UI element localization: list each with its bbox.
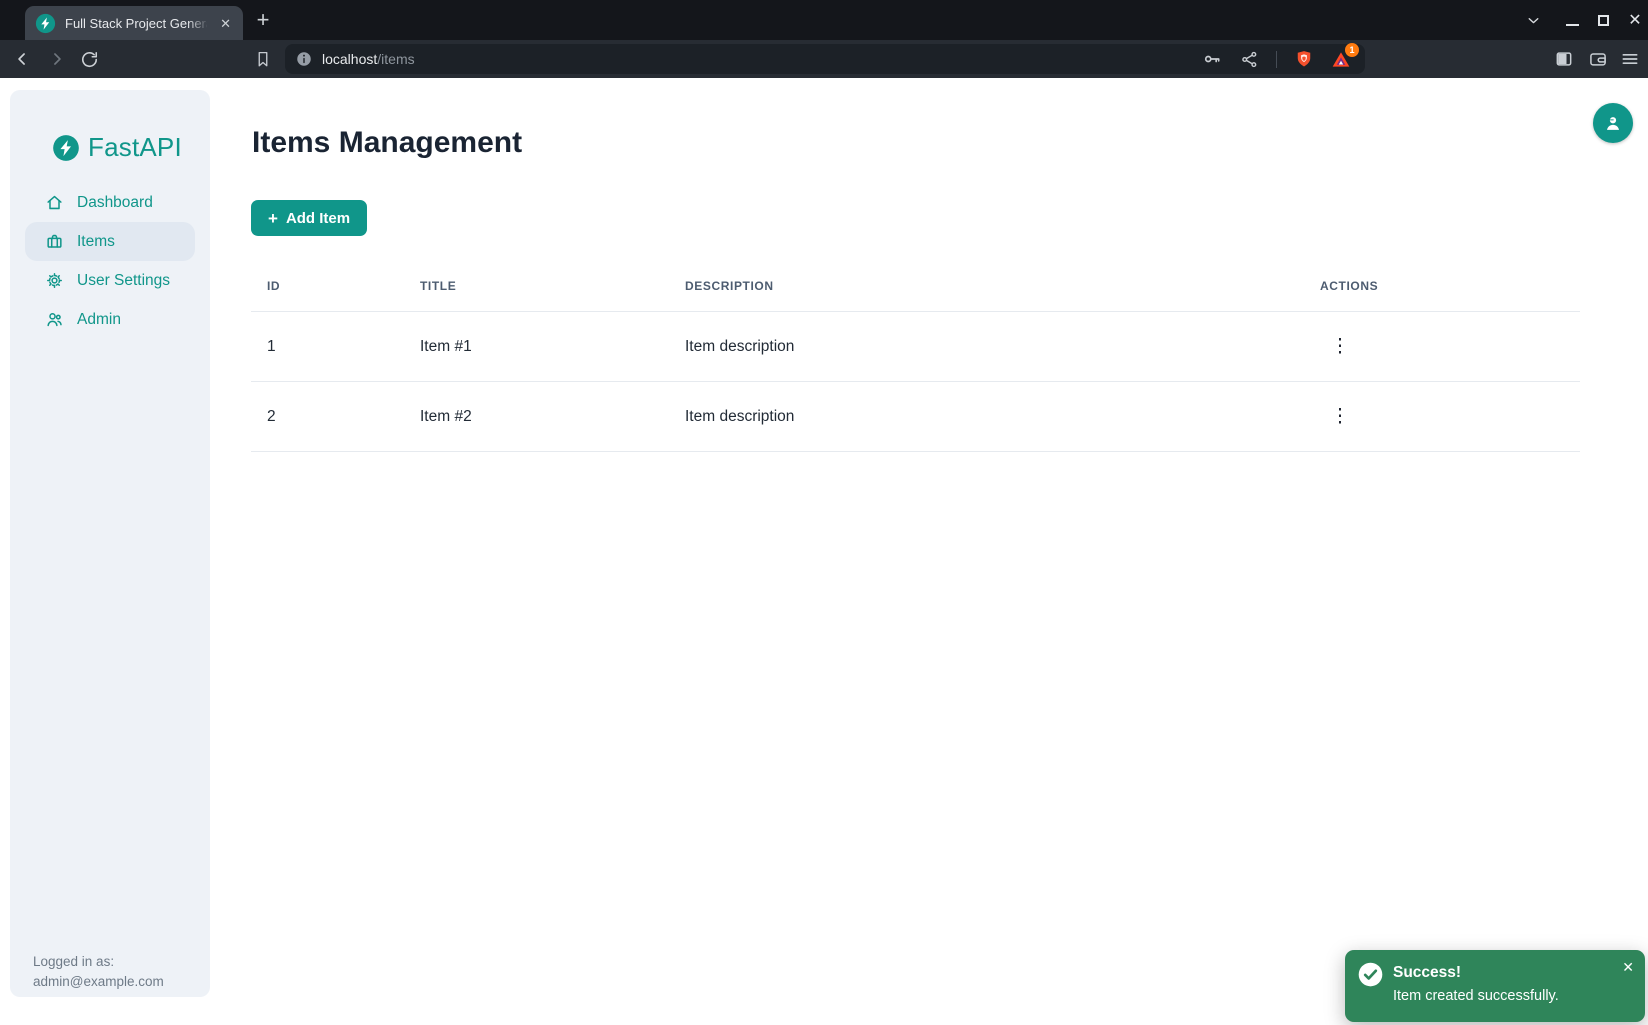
user-avatar-button[interactable]: [1593, 103, 1633, 143]
tab-title-fade: [187, 11, 213, 35]
toast-message: Item created successfully.: [1393, 988, 1559, 1004]
reload-icon: [80, 50, 99, 69]
forward-button[interactable]: [45, 47, 69, 71]
column-header-title: TITLE: [420, 279, 685, 293]
forward-arrow-icon: [47, 49, 67, 69]
browser-tab[interactable]: Full Stack Project Genera ✕: [25, 6, 243, 40]
sidebar-item-items[interactable]: Items: [25, 222, 195, 261]
column-header-id: ID: [267, 279, 420, 293]
home-icon: [45, 193, 64, 212]
sidebar-item-admin[interactable]: Admin: [25, 300, 195, 339]
cell-id: 2: [267, 408, 420, 426]
add-item-label: Add Item: [286, 210, 350, 227]
tab-title: Full Stack Project Genera: [65, 16, 207, 31]
user-icon: [1602, 112, 1624, 134]
column-header-actions: ACTIONS: [1320, 279, 1580, 293]
sidebar-nav: Dashboard Items User Settings Admin: [25, 183, 195, 339]
browser-toolbar: localhost /items 1: [0, 40, 1648, 78]
site-info-icon[interactable]: [295, 50, 313, 68]
tab-close-button[interactable]: ✕: [218, 17, 233, 30]
check-circle-icon: [1357, 961, 1384, 988]
sidebar-item-user-settings[interactable]: User Settings: [25, 261, 195, 300]
column-header-description: DESCRIPTION: [685, 279, 1320, 293]
brave-shield-icon: [1294, 49, 1314, 69]
add-item-button[interactable]: + Add Item: [251, 200, 367, 236]
sidebar-item-label: Admin: [77, 311, 121, 329]
window-minimize-button[interactable]: [1559, 8, 1585, 32]
back-button[interactable]: [10, 47, 34, 71]
maximize-icon: [1598, 15, 1609, 26]
briefcase-icon: [45, 232, 64, 251]
url-path: /items: [377, 51, 414, 67]
password-key-button[interactable]: [1202, 49, 1222, 69]
app-sidebar: FastAPI Dashboard Items User Settings: [10, 90, 210, 997]
fastapi-logo-icon: [52, 134, 80, 162]
minimize-icon: [1566, 24, 1579, 26]
cell-id: 1: [267, 338, 420, 356]
toast-close-button[interactable]: ✕: [1620, 957, 1636, 978]
toolbar-divider: [1276, 51, 1277, 68]
users-icon: [45, 310, 64, 329]
cell-title: Item #1: [420, 338, 685, 356]
sidebar-item-label: User Settings: [77, 272, 170, 290]
sidebar-item-label: Dashboard: [77, 194, 153, 212]
address-bar[interactable]: localhost /items 1: [285, 44, 1365, 74]
reload-button[interactable]: [77, 47, 101, 71]
logged-in-email: admin@example.com: [33, 972, 164, 992]
wallet-button[interactable]: [1587, 47, 1609, 71]
page-title: Items Management: [252, 126, 522, 160]
row-actions-menu-button[interactable]: ⋮: [1326, 332, 1354, 362]
fastapi-favicon-icon: [35, 13, 56, 34]
gear-icon: [45, 271, 64, 290]
app-logo-text: FastAPI: [88, 132, 182, 163]
cell-description: Item description: [685, 338, 1320, 356]
share-icon: [1240, 50, 1259, 69]
cell-description: Item description: [685, 408, 1320, 426]
browser-menu-button[interactable]: [1619, 47, 1641, 71]
toast-title: Success!: [1393, 964, 1461, 982]
tab-search-chevron-button[interactable]: [1520, 8, 1546, 32]
sidebar-footer: Logged in as: admin@example.com: [33, 952, 164, 992]
cell-title: Item #2: [420, 408, 685, 426]
sidebar-item-label: Items: [77, 233, 115, 251]
app-logo: FastAPI: [52, 132, 182, 163]
url-host: localhost: [322, 51, 377, 67]
rewards-badge: 1: [1345, 43, 1359, 57]
logged-in-label: Logged in as:: [33, 952, 164, 972]
success-toast: Success! Item created successfully. ✕: [1345, 950, 1645, 1022]
new-tab-button[interactable]: +: [248, 5, 278, 35]
row-actions-menu-button[interactable]: ⋮: [1326, 402, 1354, 432]
table-row: 1 Item #1 Item description ⋮: [251, 312, 1580, 382]
sidebar-toggle-button[interactable]: [1553, 47, 1575, 71]
sidebar-item-dashboard[interactable]: Dashboard: [25, 183, 195, 222]
items-table: ID TITLE DESCRIPTION ACTIONS 1 Item #1 I…: [251, 260, 1580, 452]
wallet-icon: [1588, 49, 1608, 69]
key-icon: [1202, 49, 1222, 69]
side-panel-icon: [1554, 49, 1574, 69]
browser-titlebar: Full Stack Project Genera ✕ + ✕: [0, 0, 1648, 40]
app-page: FastAPI Dashboard Items User Settings: [0, 78, 1648, 1025]
table-row: 2 Item #2 Item description ⋮: [251, 382, 1580, 452]
window-close-button[interactable]: ✕: [1622, 8, 1648, 32]
table-header-row: ID TITLE DESCRIPTION ACTIONS: [251, 260, 1580, 312]
brave-shield-button[interactable]: [1294, 49, 1314, 69]
plus-icon: +: [268, 210, 278, 227]
hamburger-menu-icon: [1620, 49, 1640, 69]
bookmark-icon: [254, 50, 272, 68]
bookmark-button[interactable]: [251, 47, 275, 71]
back-arrow-icon: [12, 49, 32, 69]
chevron-down-icon: [1525, 12, 1542, 29]
share-button[interactable]: [1239, 49, 1259, 69]
window-maximize-button[interactable]: [1590, 8, 1616, 32]
